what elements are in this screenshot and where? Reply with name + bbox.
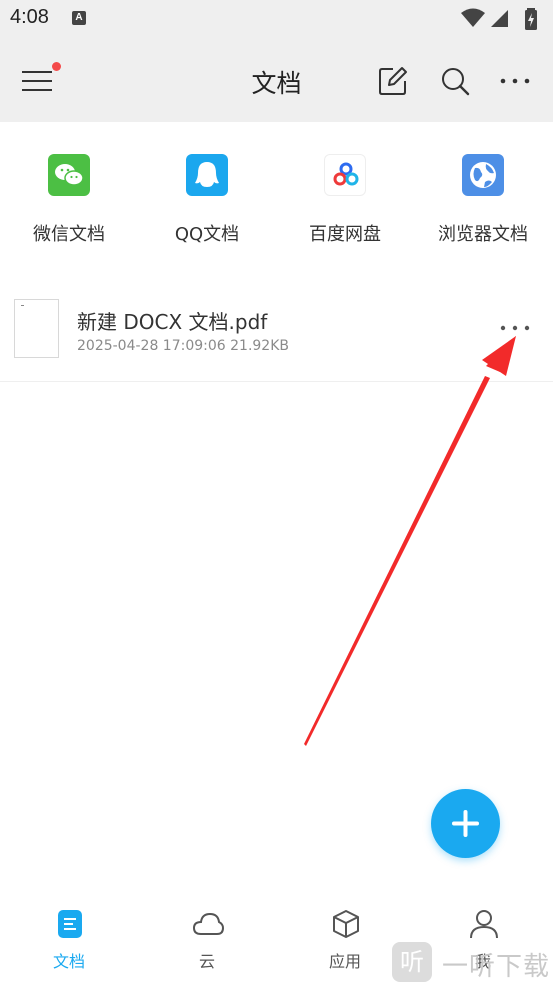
notification-icon: A (72, 11, 86, 25)
source-qq[interactable]: QQ文档 (138, 150, 276, 250)
nav-documents[interactable]: 文档 (0, 892, 138, 984)
add-button[interactable] (431, 789, 500, 858)
status-bar: 4:08 A (0, 0, 553, 40)
document-sources: 微信文档 QQ文档 百度网盘 浏览器文档 (0, 122, 553, 262)
plus-icon (452, 810, 479, 837)
source-label-baidu-netdisk: 百度网盘 (309, 224, 381, 245)
more-horizontal-icon (500, 78, 530, 84)
edit-icon (379, 67, 407, 95)
status-time: 4:08 (10, 6, 49, 28)
apps-cube-icon (333, 910, 359, 938)
watermark: 听 一听下载 (392, 940, 553, 984)
source-label-qq: QQ文档 (174, 224, 240, 245)
source-wechat[interactable]: 微信文档 (0, 150, 138, 250)
nav-cloud[interactable]: 云 (138, 892, 276, 984)
battery-icon (525, 8, 537, 30)
document-icon (58, 910, 82, 938)
signal-icon (491, 10, 508, 27)
source-label-wechat: 微信文档 (33, 224, 105, 245)
wechat-icon (48, 154, 90, 196)
file-more-button[interactable] (499, 318, 533, 338)
app-header: 文档 (0, 40, 553, 122)
edit-button[interactable] (376, 64, 410, 98)
search-icon (442, 68, 470, 96)
more-horizontal-icon (500, 325, 530, 331)
person-icon (470, 910, 498, 939)
more-options-button[interactable] (499, 64, 533, 98)
source-baidu-netdisk[interactable]: 百度网盘 (276, 150, 414, 250)
watermark-logo: 听 (392, 942, 432, 982)
file-name: 新建 DOCX 文档.pdf (77, 310, 268, 334)
file-thumbnail (14, 299, 59, 358)
wifi-icon (461, 8, 485, 27)
file-list-item[interactable]: 新建 DOCX 文档.pdf 2025-04-28 17:09:06 21.92… (0, 282, 553, 382)
browser-icon (462, 154, 504, 196)
source-label-browser: 浏览器文档 (438, 224, 528, 245)
baidu-netdisk-icon (324, 154, 366, 196)
source-browser[interactable]: 浏览器文档 (414, 150, 552, 250)
search-button[interactable] (438, 64, 472, 98)
watermark-text: 一听下载 (442, 952, 551, 982)
cloud-icon (192, 912, 224, 935)
file-meta: 2025-04-28 17:09:06 21.92KB (77, 338, 290, 354)
qq-icon (186, 154, 228, 196)
nav-label-documents: 文档 (52, 952, 85, 971)
nav-label-cloud: 云 (198, 952, 215, 971)
